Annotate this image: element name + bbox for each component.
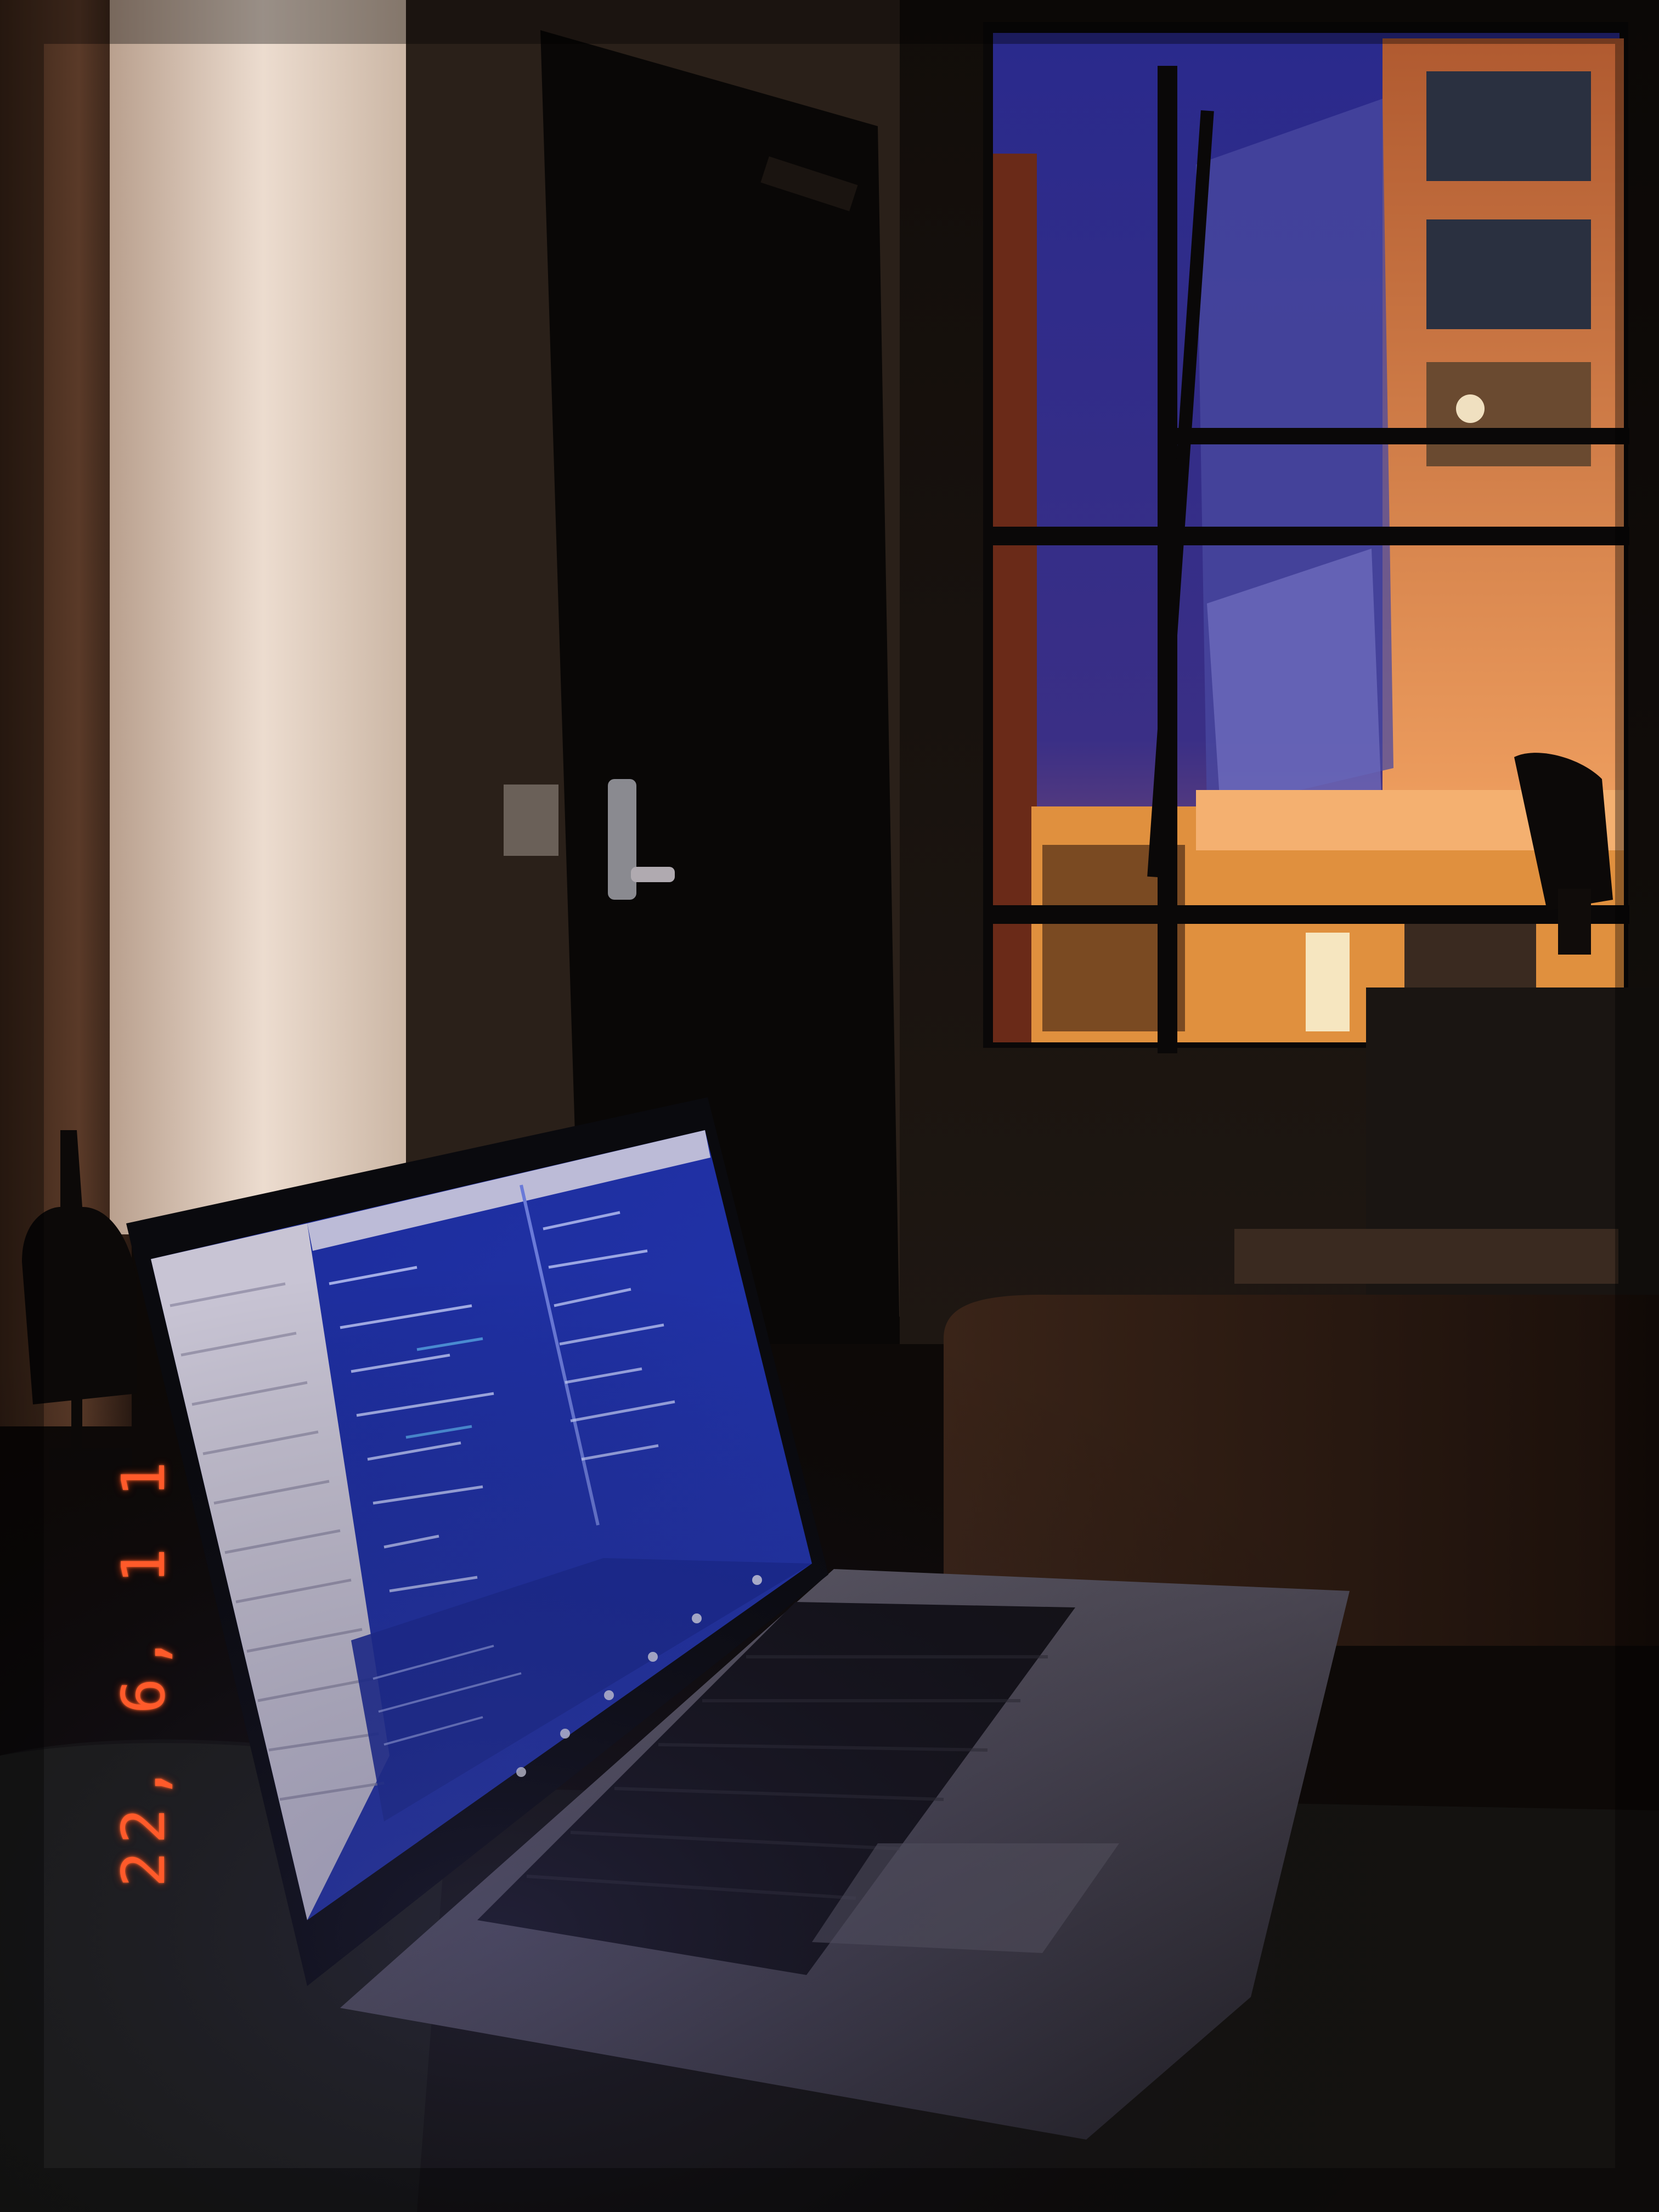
- door-lock: [608, 779, 636, 900]
- door-handle: [631, 867, 675, 882]
- light-switch: [504, 785, 558, 856]
- window: [983, 22, 1629, 1053]
- date-stamp: 22, 6, 1 1: [110, 1453, 178, 1887]
- lit-pillar: [110, 0, 417, 1234]
- photo-illustration: [0, 0, 1659, 2212]
- photo-scene: 22, 6, 1 1: [0, 0, 1659, 2212]
